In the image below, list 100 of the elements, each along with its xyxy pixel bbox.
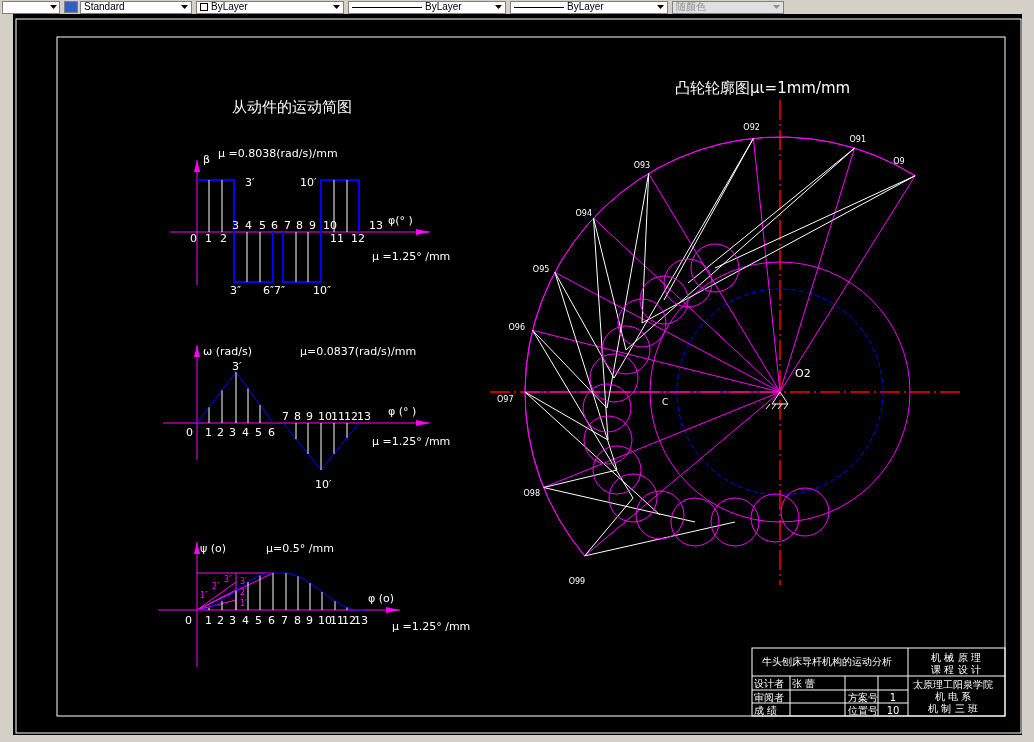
title-block-text: 方案号 bbox=[848, 692, 878, 703]
point-label: 2 bbox=[220, 232, 227, 245]
point-label: 10′ bbox=[300, 176, 317, 189]
point-label: 7 bbox=[282, 410, 289, 423]
line-sample-icon bbox=[514, 6, 564, 8]
point-label: 3″ bbox=[230, 284, 242, 297]
point-label: O96 bbox=[508, 323, 526, 333]
scale-label: μ =1.25° /mm bbox=[392, 620, 471, 633]
title-block-text: 成 绩 bbox=[754, 705, 778, 716]
point-label: 6 bbox=[268, 426, 275, 439]
lineweight-dropdown[interactable]: ByLayer bbox=[510, 0, 668, 14]
point-label: 12 bbox=[344, 410, 358, 423]
point-label: 6 bbox=[271, 219, 278, 232]
point-label: O98 bbox=[523, 488, 541, 498]
point-label: 13 bbox=[369, 219, 383, 232]
point-label: 1 bbox=[205, 232, 212, 245]
point-label: 11 bbox=[330, 614, 344, 627]
axis-label: ψ (o) bbox=[200, 542, 227, 555]
drawing-title: 从动件的运动简图 bbox=[232, 98, 352, 116]
dropdown[interactable] bbox=[2, 0, 60, 14]
point-label: O93 bbox=[633, 161, 651, 171]
point-label: 3 bbox=[229, 614, 236, 627]
point-label: 0 bbox=[185, 614, 192, 627]
point-label: 13 bbox=[354, 614, 368, 627]
style-dropdown[interactable]: Standard bbox=[80, 0, 192, 14]
layer-dropdown[interactable]: ByLayer bbox=[196, 0, 344, 14]
axis-label: ω (rad/s) bbox=[203, 345, 252, 358]
point-label: O2 bbox=[795, 367, 811, 380]
axis-label: φ(° ) bbox=[388, 214, 413, 227]
point-label: 7 bbox=[281, 614, 288, 627]
point-label: 10 bbox=[318, 614, 332, 627]
point-label: 2 bbox=[217, 614, 224, 627]
point-label: 10 bbox=[323, 219, 337, 232]
linetype-dropdown[interactable]: ByLayer bbox=[348, 0, 506, 14]
point-label: 2 bbox=[217, 426, 224, 439]
point-label: 2′ bbox=[240, 588, 247, 597]
point-label: 5 bbox=[259, 219, 266, 232]
point-label: 10′ bbox=[315, 478, 332, 491]
point-label: 2″ bbox=[212, 582, 221, 591]
point-label: 11 bbox=[331, 410, 345, 423]
point-label: O95 bbox=[532, 265, 550, 275]
point-label: 8 bbox=[294, 614, 301, 627]
point-label: 8 bbox=[294, 410, 301, 423]
point-label: 3″ bbox=[224, 575, 233, 584]
color-swatch-icon bbox=[200, 3, 208, 11]
point-label: O99 bbox=[568, 576, 586, 586]
scale-label: μ =1.25° /mm bbox=[372, 435, 451, 448]
point-label: 6″7″ bbox=[263, 284, 286, 297]
axis-label: φ (o) bbox=[368, 592, 395, 605]
point-label: 12 bbox=[351, 232, 365, 245]
point-label: 8 bbox=[296, 219, 303, 232]
point-label: 10″ bbox=[313, 284, 332, 297]
point-label: 9 bbox=[306, 614, 313, 627]
point-label: 3 bbox=[229, 426, 236, 439]
scale-label: μ =0.8038(rad/s)/mm bbox=[218, 147, 338, 160]
caret-icon bbox=[181, 5, 188, 9]
point-label: 3′ bbox=[245, 176, 255, 189]
point-label: 9 bbox=[309, 219, 316, 232]
point-label: 9 bbox=[306, 410, 313, 423]
point-label: 10 bbox=[318, 410, 332, 423]
point-label: O97 bbox=[497, 395, 514, 404]
point-label: 3′ bbox=[232, 360, 242, 373]
axis-label: β bbox=[203, 153, 211, 166]
title-block-text: 审阅者 bbox=[754, 692, 784, 703]
scale-label: μ=0.5° /mm bbox=[266, 542, 334, 555]
title-block-text: 10 bbox=[886, 705, 900, 716]
point-label: 4 bbox=[242, 614, 249, 627]
point-label: 11 bbox=[330, 232, 344, 245]
school-label: 机 制 三 班 bbox=[928, 703, 978, 714]
point-label: 1 bbox=[205, 614, 212, 627]
school-label: 太原理工阳泉学院 bbox=[913, 679, 993, 690]
point-label: O94 bbox=[575, 209, 592, 219]
course-label: 机 械 原 理 bbox=[931, 652, 981, 663]
point-label: C bbox=[662, 397, 669, 407]
point-label: O91 bbox=[849, 135, 867, 145]
drawing-name: 牛头刨床导杆机构的运动分析 bbox=[762, 656, 892, 667]
point-label: O9 bbox=[893, 156, 905, 166]
caret-icon bbox=[50, 5, 57, 9]
pivot-support-icon bbox=[765, 391, 789, 410]
point-label: 4 bbox=[245, 219, 252, 232]
point-label: 7 bbox=[284, 219, 291, 232]
school-label: 机 电 系 bbox=[934, 691, 972, 702]
point-label: 3 bbox=[232, 219, 239, 232]
caret-icon bbox=[333, 5, 340, 9]
point-label: 4 bbox=[242, 426, 249, 439]
point-label: 3′ bbox=[240, 577, 247, 586]
point-label: 0 bbox=[190, 232, 197, 245]
course-label: 课 程 设 计 bbox=[931, 664, 981, 675]
point-label: 5 bbox=[255, 614, 262, 627]
scale-label: μ=0.0837(rad/s)/mm bbox=[300, 345, 417, 358]
axis-label: φ (° ) bbox=[388, 405, 417, 418]
point-label: 0 bbox=[186, 426, 193, 439]
point-label: 1 bbox=[205, 426, 212, 439]
point-label: O92 bbox=[743, 123, 760, 133]
point-label: 13 bbox=[357, 410, 371, 423]
point-label: 6 bbox=[268, 614, 275, 627]
caret-icon bbox=[657, 5, 664, 9]
title-block-text: 张 蕾 bbox=[792, 678, 816, 689]
caret-icon bbox=[773, 5, 780, 9]
point-label: 5 bbox=[255, 426, 262, 439]
